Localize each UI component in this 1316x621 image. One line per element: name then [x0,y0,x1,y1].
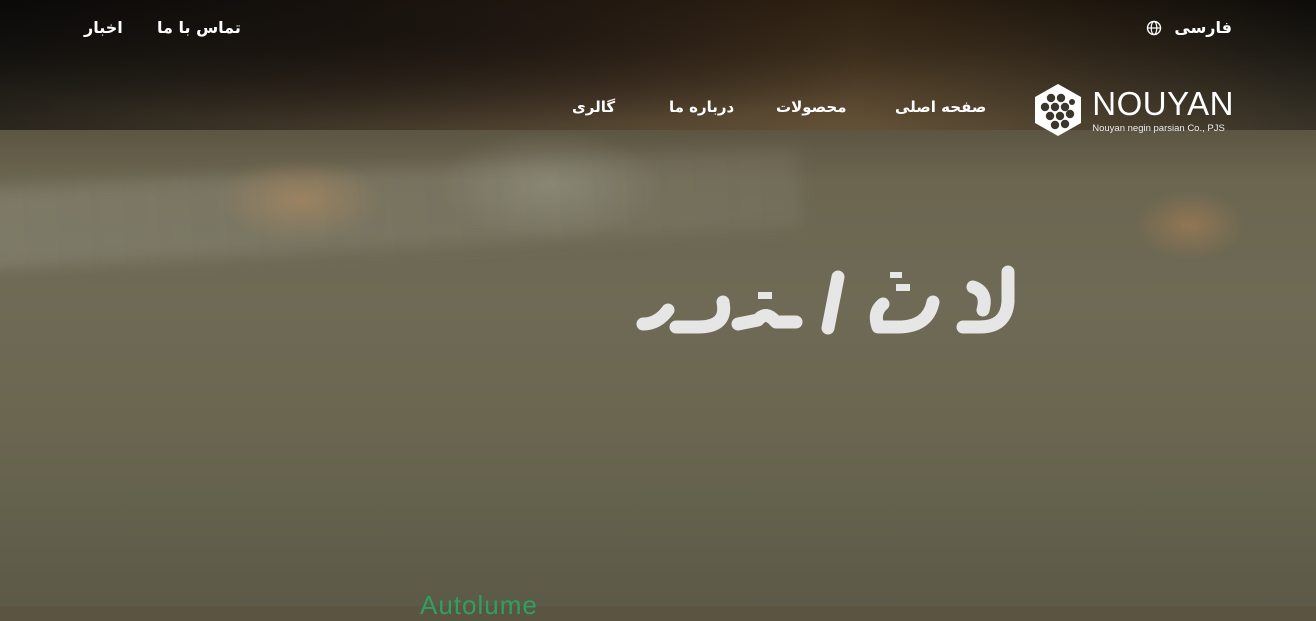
news-link[interactable]: اخبار [84,18,123,37]
logo-hexagon-icon [1035,84,1082,136]
brand-logo[interactable]: NOUYAN Nouyan negin parsian Co., PJS [1032,82,1234,138]
language-label: فارسی [1174,18,1232,37]
language-selector[interactable]: فارسی [1146,18,1232,37]
nav-products[interactable]: محصولات [776,98,847,116]
hero-slogan [636,265,1015,335]
nav-about[interactable]: درباره ما [669,98,734,116]
globe-icon [1147,20,1162,35]
contact-link[interactable]: تماس با ما [157,18,241,37]
nav-home[interactable]: صفحه اصلی [895,98,986,116]
nav-gallery[interactable]: گالری [572,98,615,116]
logo-name: NOUYAN [1092,84,1234,122]
logo-subtitle: Nouyan negin parsian Co., PJS [1092,122,1225,134]
